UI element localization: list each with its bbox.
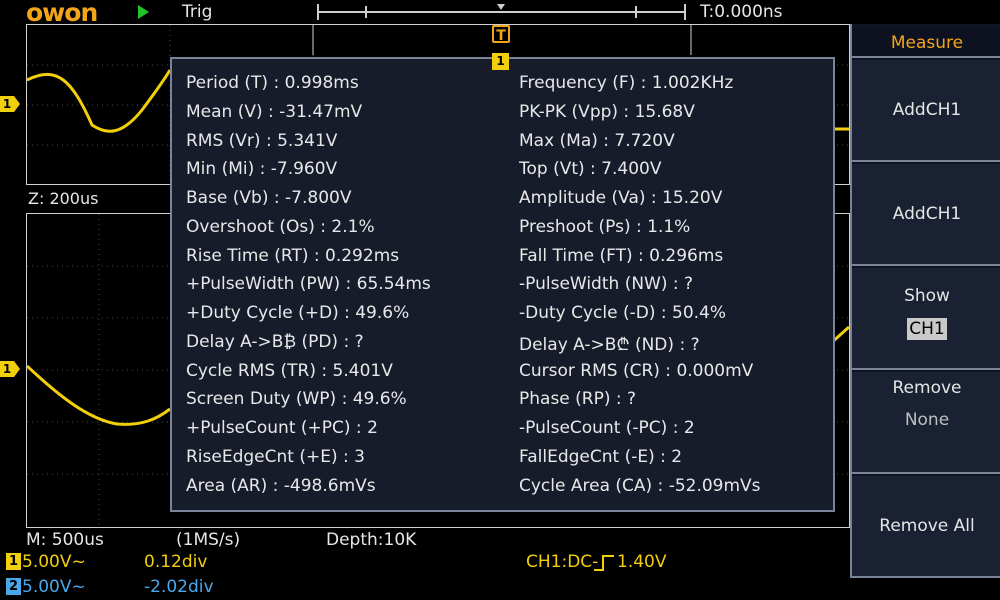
measure-item-right: Amplitude (Va) : 15.20V <box>519 188 723 208</box>
main-timebase: M: 500us <box>26 530 104 550</box>
run-state-icon <box>138 5 149 19</box>
ch1-offset-marker[interactable]: 1 <box>0 96 20 112</box>
remove-label: Remove <box>892 378 962 398</box>
show-channel-value: CH1 <box>907 318 947 340</box>
show-channel-button[interactable]: Show CH1 <box>852 268 1000 370</box>
measure-item-right: Cursor RMS (CR) : 0.000mV <box>519 360 754 381</box>
ch1-waveform-main <box>27 69 172 133</box>
brand-logo: owon <box>26 0 98 27</box>
memory-timeline-bar <box>317 4 686 20</box>
measure-item-left: Rise Time (RT) : 0.292ms <box>186 245 400 266</box>
measure-item-left: Base (Vb) : -7.800V <box>186 188 352 208</box>
menu-title: Measure <box>852 28 1000 58</box>
measure-item-right: -PulseWidth (NW) : ? <box>519 274 694 295</box>
measure-item-right: FallEdgeCnt (-E) : 2 <box>519 446 683 467</box>
measure-item-left: Min (Mi) : -7.960V <box>186 159 338 180</box>
ch2-volts-div: 5.00V~ <box>22 577 86 597</box>
measure-item-right: Cycle Area (CA) : -52.09mVs <box>519 475 761 496</box>
rising-edge-icon <box>594 555 614 571</box>
ch1-volts-div: 5.00V~ <box>22 552 86 572</box>
measure-item-left: Area (AR) : -498.6mVs <box>186 475 376 496</box>
measure-item-right: Frequency (F) : 1.002KHz <box>519 73 734 93</box>
measure-item-left: Overshoot (Os) : 2.1% <box>186 216 375 237</box>
top-status-bar: owon Trig T:0.000ns <box>0 0 1000 27</box>
ch2-badge[interactable]: 2 <box>6 578 21 595</box>
measurement-results-panel: 1 Period (T) : 0.998ms Mean (V) : -31.47m… <box>170 53 835 512</box>
ch1-badge[interactable]: 1 <box>6 553 21 570</box>
measure-menu: Measure AddCH1 AddCH1 Show CH1 Remove No… <box>850 24 1000 578</box>
timeline-position-icon <box>497 4 505 10</box>
measure-item-right: PK-PK (Vpp) : 15.68V <box>519 101 695 122</box>
measure-item-left: Cycle RMS (TR) : 5.401V <box>186 360 393 381</box>
ch2-offset: -2.02div <box>144 577 214 597</box>
show-label: Show <box>904 286 950 306</box>
trigger-coupling: CH1:DC- <box>526 552 599 572</box>
measure-item-left: +Duty Cycle (+D) : 49.6% <box>186 303 410 323</box>
remove-value: None <box>904 410 950 430</box>
measure-item-right: Preshoot (Ps) : 1.1% <box>519 216 691 237</box>
measure-item-right: -PulseCount (-PC) : 2 <box>519 418 695 438</box>
measure-item-left: +PulseWidth (PW) : 65.54ms <box>186 274 431 295</box>
ch1-offset-marker-zoom[interactable]: 1 <box>0 361 20 377</box>
measure-item-right: Max (Ma) : 7.720V <box>519 130 675 151</box>
add-ch1-button-1[interactable]: AddCH1 <box>852 60 1000 162</box>
ch1-offset: 0.12div <box>144 552 208 572</box>
bottom-status-bar: M: 500us (1MS/s) Depth:10K 1 5.00V~ 0.12… <box>0 528 1000 600</box>
measure-item-left: Mean (V) : -31.47mV <box>186 101 363 122</box>
measure-item-right: Phase (RP) : ? <box>519 389 637 410</box>
time-position-readout: T:0.000ns <box>700 2 783 22</box>
measure-item-right: -Duty Cycle (-D) : 50.4% <box>519 303 727 323</box>
trigger-level: 1.40V <box>617 552 667 572</box>
zoom-timebase: Z: 200us <box>28 189 99 208</box>
measure-item-left: Delay A->B₿ (PD) : ? <box>186 331 364 352</box>
measure-item-left: +PulseCount (+PC) : 2 <box>186 418 378 438</box>
measure-channel-tag: 1 <box>492 53 509 70</box>
measure-item-left: Screen Duty (WP) : 49.6% <box>186 389 407 410</box>
sample-rate: (1MS/s) <box>176 530 241 550</box>
measure-item-right: Top (Vt) : 7.400V <box>519 159 662 180</box>
measure-item-right: Fall Time (FT) : 0.296ms <box>519 245 724 266</box>
trigger-status: Trig <box>182 2 213 22</box>
measure-item-left: Period (T) : 0.998ms <box>186 73 359 93</box>
add-ch1-button-2[interactable]: AddCH1 <box>852 164 1000 266</box>
measure-item-right: Delay A->B₾ (ND) : ? <box>519 334 700 355</box>
memory-depth: Depth:10K <box>326 530 417 550</box>
measure-item-left: RiseEdgeCnt (+E) : 3 <box>186 446 365 467</box>
remove-button[interactable]: Remove None <box>852 372 1000 474</box>
measure-item-left: RMS (Vr) : 5.341V <box>186 130 338 151</box>
trigger-position-icon[interactable]: T <box>492 25 510 44</box>
